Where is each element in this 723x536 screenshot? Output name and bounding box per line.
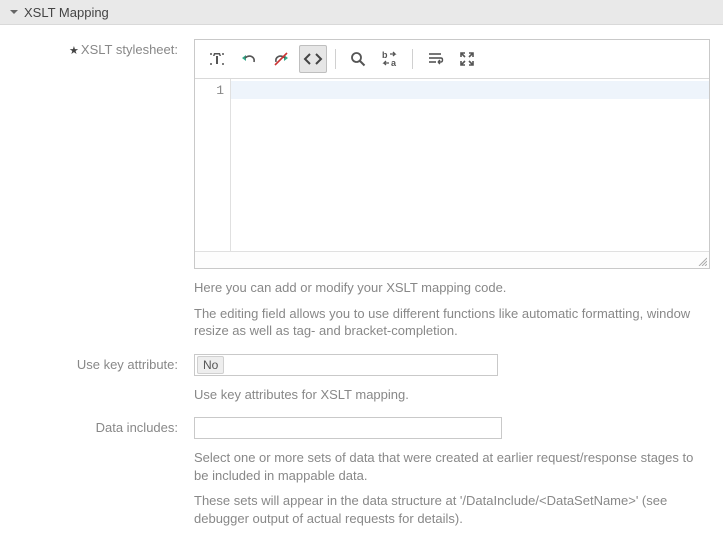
redo-strike-button[interactable] <box>267 45 295 73</box>
fullscreen-button[interactable] <box>453 45 481 73</box>
undo-icon <box>240 50 258 68</box>
code-lines[interactable] <box>231 79 709 251</box>
code-editor: b a <box>194 39 710 269</box>
svg-text:a: a <box>391 58 397 68</box>
help-text: These sets will appear in the data struc… <box>194 492 710 527</box>
redo-strike-icon <box>272 50 290 68</box>
active-line-highlight <box>231 81 709 99</box>
angle-brackets-button[interactable] <box>299 45 327 73</box>
data-includes-input[interactable] <box>194 417 502 439</box>
label-text: Use key attribute: <box>77 357 178 372</box>
gutter-line-number: 1 <box>195 83 224 98</box>
help-text: The editing field allows you to use diff… <box>194 305 710 340</box>
label-text: XSLT stylesheet: <box>81 42 178 57</box>
editor-toolbar: b a <box>195 40 709 79</box>
resize-grip-icon <box>697 256 707 266</box>
replace-button[interactable]: b a <box>376 45 404 73</box>
wrap-icon <box>426 50 444 68</box>
field-label: ★XSLT stylesheet: <box>0 39 194 57</box>
field-xslt-stylesheet: ★XSLT stylesheet: <box>0 39 723 340</box>
replace-icon: b a <box>380 50 400 68</box>
select-value-chip: No <box>197 356 224 374</box>
toolbar-separator <box>412 49 413 69</box>
field-use-key-attribute: Use key attribute: No Use key attributes… <box>0 354 723 404</box>
fullscreen-icon <box>458 50 476 68</box>
required-star-icon: ★ <box>69 45 79 57</box>
help-text: Here you can add or modify your XSLT map… <box>194 279 710 297</box>
format-button[interactable] <box>203 45 231 73</box>
section-header[interactable]: XSLT Mapping <box>0 0 723 25</box>
use-key-select[interactable]: No <box>194 354 498 376</box>
field-data-includes: Data includes: Select one or more sets o… <box>0 417 723 527</box>
code-area[interactable]: 1 <box>195 79 709 251</box>
section-title: XSLT Mapping <box>24 5 109 20</box>
field-label: Data includes: <box>0 417 194 435</box>
editor-resize-bar[interactable] <box>195 251 709 268</box>
wrap-button[interactable] <box>421 45 449 73</box>
help-text: Select one or more sets of data that wer… <box>194 449 710 484</box>
code-gutter: 1 <box>195 79 231 251</box>
toolbar-separator <box>335 49 336 69</box>
svg-text:b: b <box>382 50 388 60</box>
field-label: Use key attribute: <box>0 354 194 372</box>
help-text: Use key attributes for XSLT mapping. <box>194 386 710 404</box>
label-text: Data includes: <box>96 420 178 435</box>
undo-button[interactable] <box>235 45 263 73</box>
search-button[interactable] <box>344 45 372 73</box>
angle-brackets-icon <box>303 52 323 66</box>
search-icon <box>349 50 367 68</box>
format-icon <box>208 50 226 68</box>
collapse-icon <box>8 6 20 18</box>
